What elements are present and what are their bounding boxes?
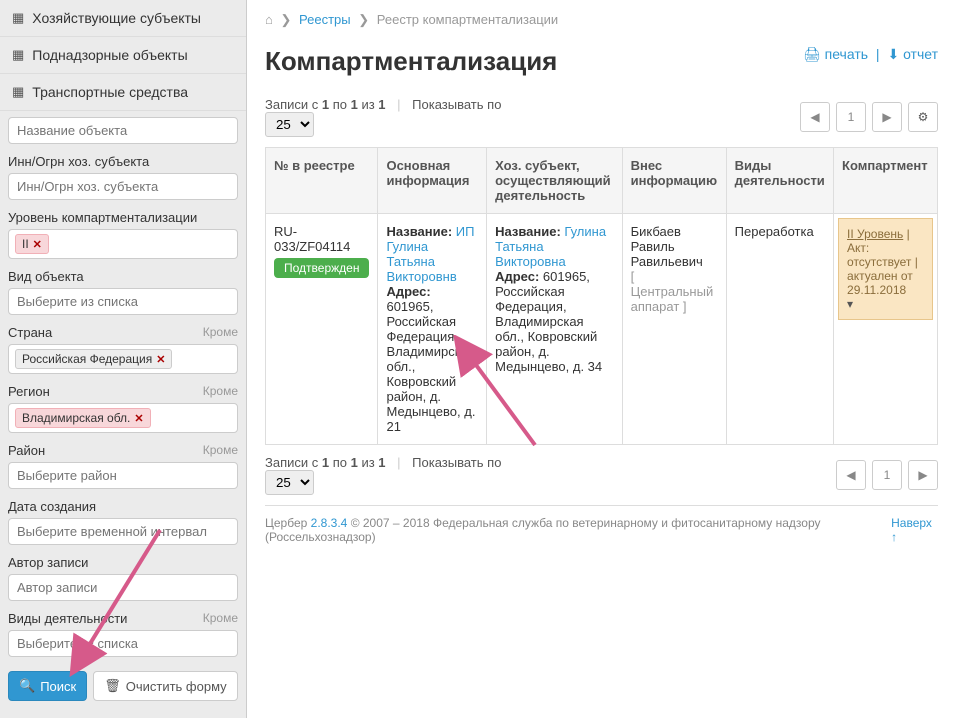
- registry-number: RU-033/ZF04114: [274, 224, 350, 254]
- copyright: © 2007 – 2018 Федеральная служба по вете…: [265, 516, 820, 544]
- grid-icon: ▦: [12, 84, 24, 100]
- remove-icon[interactable]: ✕: [156, 353, 165, 366]
- country-select[interactable]: Российская Федерация✕: [8, 344, 238, 374]
- inn-input[interactable]: [8, 173, 238, 200]
- scroll-top-link[interactable]: Наверх ↑: [891, 516, 938, 544]
- compartment-level-link[interactable]: II Уровень: [847, 227, 903, 241]
- sidebar: ▦ Хозяйствующие субъекты ▦ Поднадзорные об…: [0, 0, 247, 718]
- section-transport[interactable]: ▦ Транспортные средства: [0, 74, 246, 111]
- author-input[interactable]: [8, 574, 238, 601]
- country-tag[interactable]: Российская Федерация✕: [15, 349, 172, 369]
- info-name-label: Название:: [386, 224, 452, 239]
- page-prev[interactable]: ◀: [800, 102, 830, 132]
- print-link[interactable]: 🖨 печать: [803, 46, 868, 62]
- section-label: Транспортные средства: [32, 84, 188, 100]
- page-size-select-bottom[interactable]: 25: [265, 470, 314, 495]
- pager-top: Записи с 1 по 1 из 1 | Показывать по 25 …: [265, 97, 938, 137]
- breadcrumb: ⌂ ❯ Реестры ❯ Реестр компартментализации: [265, 12, 938, 28]
- vidobj-label: Вид объекта: [8, 269, 238, 284]
- trash-icon: 🗑: [104, 678, 121, 694]
- results-table: № в реестре Основная информация Хоз. суб…: [265, 147, 938, 445]
- author-label: Автор записи: [8, 555, 238, 570]
- country-label: СтранаКроме: [8, 325, 238, 340]
- info-addr: 601965, Российская Федерация, Владимирск…: [386, 299, 475, 434]
- users-icon: ▦: [12, 10, 24, 26]
- download-icon: ⬇: [887, 46, 899, 62]
- report-link[interactable]: ⬇ отчет: [887, 46, 938, 62]
- col-num: № в реестре: [266, 148, 378, 214]
- remove-icon[interactable]: ✕: [134, 412, 143, 425]
- clear-button[interactable]: 🗑Очистить форму: [93, 671, 237, 701]
- col-subject: Хоз. субъект, осуществляющий деятельност…: [487, 148, 623, 214]
- section-hoz-subjects[interactable]: ▦ Хозяйствующие субъекты: [0, 0, 246, 37]
- status-badge: Подтвержден: [274, 258, 369, 278]
- settings-button[interactable]: ⚙: [908, 102, 938, 132]
- rayon-input[interactable]: [8, 462, 238, 489]
- filters-panel: Инн/Огрн хоз. субъекта Уровень компартме…: [0, 111, 246, 713]
- chevron-down-icon[interactable]: ▾: [847, 297, 853, 311]
- rayon-label: РайонКроме: [8, 443, 238, 458]
- grid-icon: ▦: [12, 47, 24, 63]
- date-label: Дата создания: [8, 499, 238, 514]
- compartment-text: Акт: отсутствует | актуален от 29.11.201…: [847, 241, 918, 297]
- main-content: ⌂ ❯ Реестры ❯ Реестр компартментализации…: [247, 0, 956, 718]
- section-label: Поднадзорные объекты: [32, 47, 187, 63]
- except-toggle[interactable]: Кроме: [203, 443, 238, 458]
- except-toggle[interactable]: Кроме: [203, 384, 238, 399]
- col-who: Внес информацию: [622, 148, 726, 214]
- version-link[interactable]: 2.8.3.4: [311, 516, 348, 530]
- except-toggle[interactable]: Кроме: [203, 611, 238, 626]
- app-name: Цербер: [265, 516, 307, 530]
- region-label: РегионКроме: [8, 384, 238, 399]
- page-size-select[interactable]: 25: [265, 112, 314, 137]
- col-activity: Виды деятельности: [726, 148, 833, 214]
- info-addr-label: Адрес:: [386, 284, 430, 299]
- level-select[interactable]: II✕: [8, 229, 238, 259]
- vidd-input[interactable]: [8, 630, 238, 657]
- footer: Цербер 2.8.3.4 © 2007 – 2018 Федеральная…: [265, 505, 938, 554]
- pager-bottom: Записи с 1 по 1 из 1 | Показывать по 25 …: [265, 455, 938, 495]
- object-name-input[interactable]: [8, 117, 238, 144]
- level-label: Уровень компартментализации: [8, 210, 238, 225]
- region-tag[interactable]: Владимирская обл.✕: [15, 408, 151, 428]
- date-input[interactable]: [8, 518, 238, 545]
- search-button[interactable]: 🔍Поиск: [8, 671, 87, 701]
- who-org: [ Центральный аппарат ]: [631, 269, 714, 314]
- col-compartment: Компартмент: [834, 148, 938, 214]
- page-actions: 🖨 печать | ⬇ отчет: [803, 46, 938, 63]
- vidobj-input[interactable]: [8, 288, 238, 315]
- page-number[interactable]: 1: [836, 102, 866, 132]
- section-objects[interactable]: ▦ Поднадзорные объекты: [0, 37, 246, 74]
- compartment-cell: II Уровень | Акт: отсутствует | актуален…: [838, 218, 933, 320]
- print-icon: 🖨: [803, 46, 821, 62]
- except-toggle[interactable]: Кроме: [203, 325, 238, 340]
- who-name: Бикбаев Равиль Равильевич: [631, 224, 703, 269]
- page-next[interactable]: ▶: [872, 102, 902, 132]
- subj-addr: 601965, Российская Федерация, Владимирск…: [495, 269, 602, 374]
- gear-icon: ⚙: [918, 110, 929, 124]
- breadcrumb-registries[interactable]: Реестры: [299, 12, 351, 27]
- breadcrumb-current: Реестр компартментализации: [377, 12, 558, 27]
- level-tag[interactable]: II✕: [15, 234, 49, 254]
- activity-value: Переработка: [735, 224, 814, 239]
- page-title: Компартментализация: [265, 46, 557, 77]
- region-select[interactable]: Владимирская обл.✕: [8, 403, 238, 433]
- home-icon[interactable]: ⌂: [265, 12, 273, 27]
- col-info: Основная информация: [378, 148, 487, 214]
- page-prev-bottom[interactable]: ◀: [836, 460, 866, 490]
- page-number-bottom[interactable]: 1: [872, 460, 902, 490]
- section-label: Хозяйствующие субъекты: [32, 10, 201, 26]
- remove-icon[interactable]: ✕: [33, 238, 42, 251]
- inn-label: Инн/Огрн хоз. субъекта: [8, 154, 238, 169]
- table-row: RU-033/ZF04114 Подтвержден Название: ИП …: [266, 214, 938, 445]
- subj-addr-label: Адрес:: [495, 269, 539, 284]
- subj-name-label: Название:: [495, 224, 561, 239]
- search-icon: 🔍: [19, 678, 35, 694]
- page-next-bottom[interactable]: ▶: [908, 460, 938, 490]
- vidd-label: Виды деятельностиКроме: [8, 611, 238, 626]
